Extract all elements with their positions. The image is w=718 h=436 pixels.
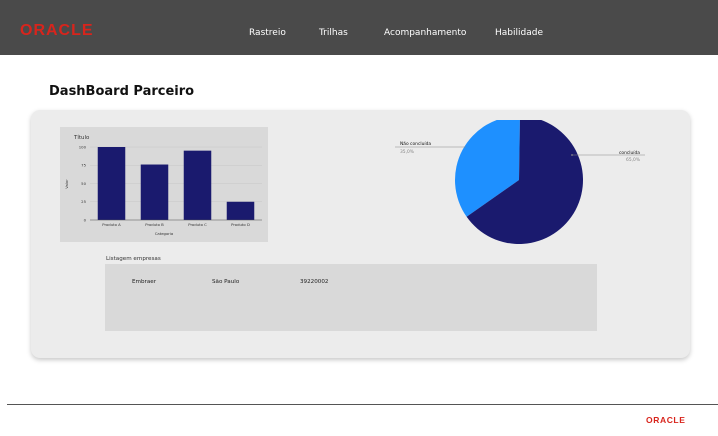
pie-chart: Não concluída 35,0% concluída 65,0% [395,116,645,244]
bar-chart-xlabel: Categoria [155,231,173,236]
bar-chart-ylabel: Valor [64,179,69,189]
bar-produto-a [97,147,126,220]
company-listing-table: Embraer São Paulo 39220002 [105,264,597,331]
pie-chart-panel: Não concluída 35,0% concluída 65,0% [395,116,650,245]
bar-x-tick-label: Produto A [102,222,121,227]
pie-label-concluida: concluída [619,149,640,156]
bar-produto-d [226,201,255,220]
bar-chart-panel: Título Categoria Valor 0 25 50 75 100 Produt… [60,127,268,242]
pie-percent-nao-concluida: 35,0% [400,149,414,155]
pie-percent-concluida: 65,0% [626,157,640,163]
bar-produto-b [140,164,169,220]
page-title: DashBoard Parceiro [49,84,195,99]
bar-y-tick-label: 100 [79,144,87,149]
company-name-cell: Embraer [132,279,157,285]
oracle-logo[interactable]: ORACLE [20,23,94,39]
bar-y-tick-label: 0 [84,217,87,222]
pie-label-nao-concluida: Não concluída [400,140,431,147]
company-code-cell: 39220002 [300,279,329,285]
footer-divider [7,404,718,405]
bar-produto-c [183,150,212,220]
pie-chart-slices [455,116,583,244]
nav-item-acompanhamento[interactable]: Acompanhamento [384,27,466,39]
top-navigation-bar: ORACLE Rastreio Trilhas Acompanhamento H… [0,0,718,55]
page: ORACLE Rastreio Trilhas Acompanhamento H… [0,0,718,436]
nav-item-trilhas[interactable]: Trilhas [319,27,348,39]
bar-x-tick-label: Produto D [231,222,250,227]
bar-chart: Título Categoria Valor 0 25 50 75 100 Produt… [64,134,262,236]
pie-leader-dot [571,154,573,156]
bar-chart-title: Título [73,134,90,141]
bar-chart-x-ticks: Produto A Produto B Produto C Produto D [102,222,250,227]
company-city-cell: São Paulo [212,279,240,285]
listing-label: Listagem empresas [106,256,161,262]
bar-x-tick-label: Produto C [188,222,207,227]
bar-y-tick-label: 75 [81,163,86,168]
bar-x-tick-label: Produto B [145,222,164,227]
nav-item-habilidade[interactable]: Habilidade [495,27,543,39]
bar-y-tick-label: 25 [81,199,86,204]
bar-chart-y-ticks: 0 25 50 75 100 [79,144,87,222]
footer-oracle-logo: ORACLE [646,415,686,425]
bar-y-tick-label: 50 [81,181,86,186]
nav-item-rastreio[interactable]: Rastreio [249,27,286,39]
